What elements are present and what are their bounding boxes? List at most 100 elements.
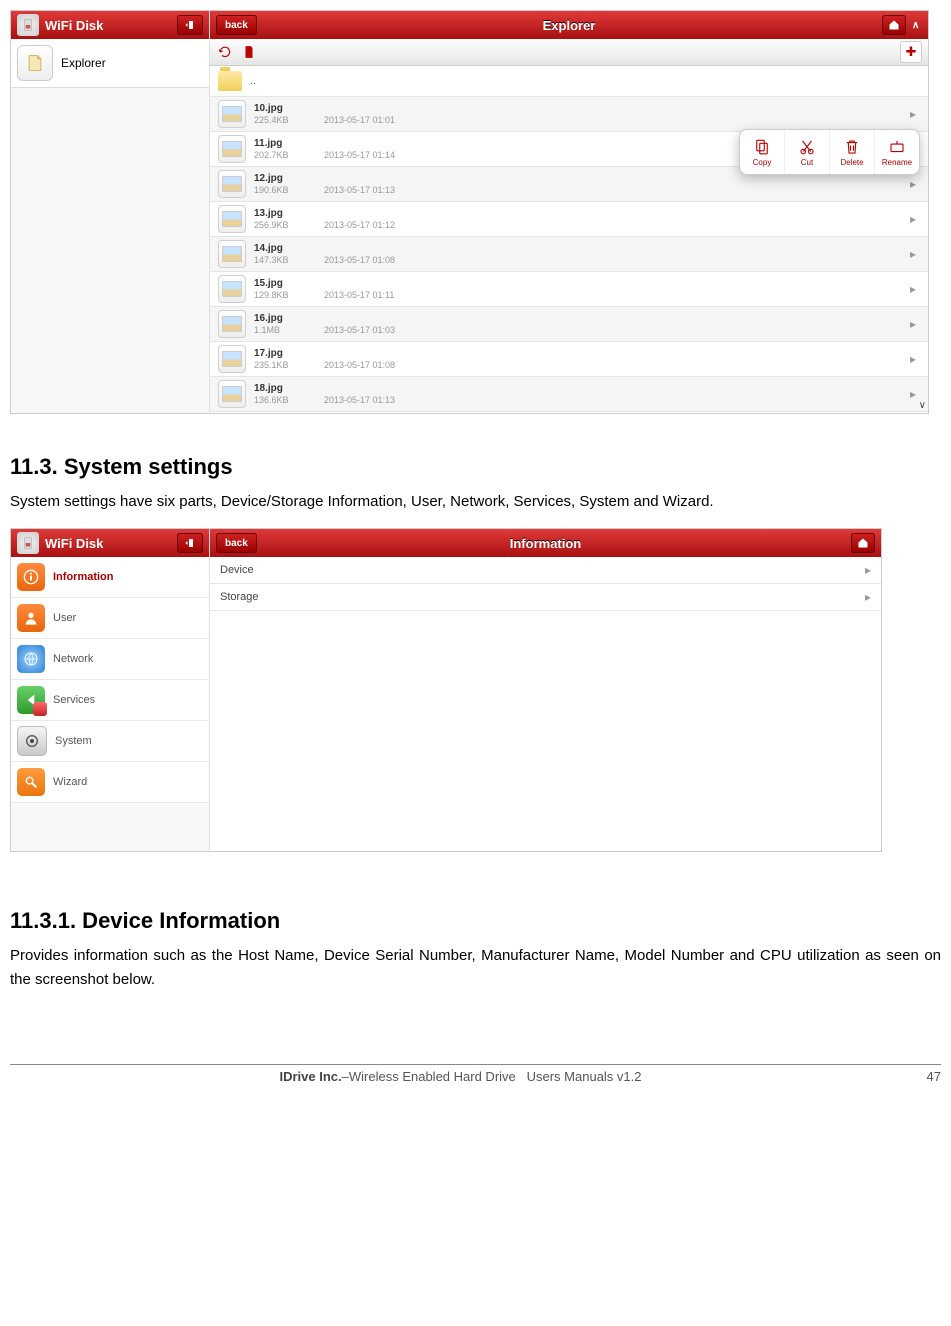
- footer-sub1: –Wireless Enabled Hard Drive: [342, 1069, 516, 1084]
- file-row[interactable]: 18.jpg136.6KB 2013-05-17 01:13 ▸: [210, 377, 928, 412]
- wizard-icon: [17, 768, 45, 796]
- file-row[interactable]: 14.jpg147.3KB2013-05-17 01:08▸: [210, 237, 928, 272]
- file-date: 2013-05-17 01:08: [324, 360, 395, 371]
- footer-company: IDrive Inc.: [280, 1069, 342, 1084]
- file-meta: 225.4KB 2013-05-17 01:01: [254, 115, 395, 126]
- sidebar-item-network[interactable]: Network: [11, 639, 209, 680]
- sidebar-item-information[interactable]: Information: [11, 557, 209, 598]
- add-button[interactable]: ✚: [900, 41, 922, 63]
- file-size: 136.6KB: [254, 395, 304, 406]
- sidebar-item-label: Explorer: [61, 56, 106, 70]
- sidebar-item-explorer[interactable]: Explorer: [11, 39, 209, 88]
- sidebar-item-system[interactable]: System: [11, 721, 209, 762]
- file-meta: 129.8KB2013-05-17 01:11: [254, 290, 394, 301]
- sidebar-item-user[interactable]: User: [11, 598, 209, 639]
- cut-button[interactable]: Cut: [785, 130, 830, 174]
- home-button[interactable]: [851, 533, 875, 553]
- file-row[interactable]: 15.jpg129.8KB2013-05-17 01:11▸: [210, 272, 928, 307]
- heading-system-settings: 11.3. System settings: [10, 454, 941, 480]
- sidebar-item-label: Network: [53, 653, 93, 665]
- file-row[interactable]: 16.jpg1.1MB2013-05-17 01:03 ▸: [210, 307, 928, 342]
- main-panel: back Explorer ∧ ✚ .. 10.jpg225.4KB 2013-0…: [210, 11, 928, 413]
- chevron-up-icon[interactable]: ∧: [912, 20, 924, 31]
- file-size: 202.7KB: [254, 150, 304, 161]
- file-date: 2013-05-17 01:08: [324, 255, 395, 266]
- rename-label: Rename: [882, 158, 912, 167]
- page-number: 47: [911, 1069, 941, 1084]
- file-name: 17.jpg: [254, 348, 395, 360]
- file-name: 18.jpg: [254, 383, 395, 395]
- exit-button[interactable]: [177, 533, 203, 553]
- sidebar-item-label: Information: [53, 571, 114, 583]
- sidebar-settings: WiFi Disk Information User Network: [11, 529, 210, 851]
- file-size: 235.1KB: [254, 360, 304, 371]
- file-meta: 1.1MB2013-05-17 01:03: [254, 325, 395, 336]
- file-text: 16.jpg1.1MB2013-05-17 01:03: [254, 313, 395, 336]
- toolbar: ✚: [210, 39, 928, 66]
- para-device-information: Provides information such as the Host Na…: [10, 944, 941, 992]
- storage-icon[interactable]: [240, 43, 258, 61]
- cut-label: Cut: [801, 158, 813, 167]
- chevron-right-icon: ▸: [910, 317, 916, 331]
- file-row[interactable]: 10.jpg225.4KB2013-05-17 01:01▸: [210, 97, 928, 132]
- heading-device-information: 11.3.1. Device Information: [10, 908, 941, 934]
- delete-button[interactable]: Delete: [830, 130, 875, 174]
- chevron-right-icon: ▸: [910, 247, 916, 261]
- info-row-device[interactable]: Device ▸: [210, 557, 881, 584]
- footer-center-text: IDrive Inc.–Wireless Enabled Hard Drive …: [10, 1069, 911, 1084]
- file-row[interactable]: 13.jpg256.9KB2013-05-17 01:12▸: [210, 202, 928, 237]
- image-thumb-icon: [218, 345, 246, 373]
- file-size: 190.6KB: [254, 185, 304, 196]
- home-button[interactable]: [882, 15, 906, 35]
- file-name: 12.jpg: [254, 173, 395, 185]
- back-button[interactable]: back: [216, 533, 257, 553]
- copy-label: Copy: [753, 158, 772, 167]
- file-text: 12.jpg190.6KB 2013-05-17 01:13: [254, 173, 395, 196]
- sidebar-item-wizard[interactable]: Wizard: [11, 762, 209, 803]
- info-row-storage[interactable]: Storage ▸: [210, 584, 881, 611]
- file-row[interactable]: 17.jpg235.1KB2013-05-17 01:08▸: [210, 342, 928, 377]
- up-folder-row[interactable]: ..: [210, 66, 928, 97]
- image-thumb-icon: [218, 135, 246, 163]
- main-header-info: back Information: [210, 529, 881, 557]
- app-logo-icon: [17, 14, 39, 36]
- sidebar-title: WiFi Disk: [45, 18, 103, 33]
- main-title: Information: [510, 536, 582, 551]
- file-name: 10.jpg: [254, 103, 395, 115]
- file-meta: 256.9KB2013-05-17 01:12: [254, 220, 395, 231]
- screenshot-information: WiFi Disk Information User Network: [10, 528, 882, 852]
- rename-button[interactable]: Rename: [875, 130, 919, 174]
- delete-label: Delete: [840, 158, 863, 167]
- sidebar-item-services[interactable]: Services: [11, 680, 209, 721]
- file-name: 13.jpg: [254, 208, 395, 220]
- file-text: 11.jpg202.7KB2013-05-17 01:14: [254, 138, 395, 161]
- file-size: 147.3KB: [254, 255, 304, 266]
- file-date: 2013-05-17 01:01: [324, 115, 395, 126]
- sidebar-item-label: System: [55, 735, 92, 747]
- refresh-icon[interactable]: [216, 43, 234, 61]
- chevron-right-icon: ▸: [910, 387, 916, 401]
- file-text: 17.jpg235.1KB 2013-05-17 01:08: [254, 348, 395, 371]
- file-date: 2013-05-17 01:13: [324, 395, 395, 406]
- exit-button[interactable]: [177, 15, 203, 35]
- main-panel-info: back Information Device ▸ Storage ▸: [210, 529, 881, 851]
- chevron-right-icon: ▸: [910, 177, 916, 191]
- app-logo-icon: [17, 532, 39, 554]
- file-text: 18.jpg136.6KB 2013-05-17 01:13: [254, 383, 395, 406]
- chevron-right-icon: ▸: [865, 590, 871, 604]
- copy-button[interactable]: Copy: [740, 130, 785, 174]
- chevron-right-icon: ▸: [865, 563, 871, 577]
- file-meta: 202.7KB2013-05-17 01:14: [254, 150, 395, 161]
- main-title: Explorer: [543, 18, 596, 33]
- chevron-down-icon[interactable]: ∨: [919, 400, 926, 411]
- file-date: 2013-05-17 01:13: [324, 185, 395, 196]
- image-thumb-icon: [218, 380, 246, 408]
- context-toolbar: Copy Cut Delete Rename: [739, 129, 920, 175]
- back-button[interactable]: back: [216, 15, 257, 35]
- info-row-label: Device: [220, 564, 254, 576]
- image-thumb-icon: [218, 170, 246, 198]
- file-size: 225.4KB: [254, 115, 304, 126]
- user-icon: [17, 604, 45, 632]
- footer-sub2: Users Manuals v1.2: [527, 1069, 642, 1084]
- image-thumb-icon: [218, 240, 246, 268]
